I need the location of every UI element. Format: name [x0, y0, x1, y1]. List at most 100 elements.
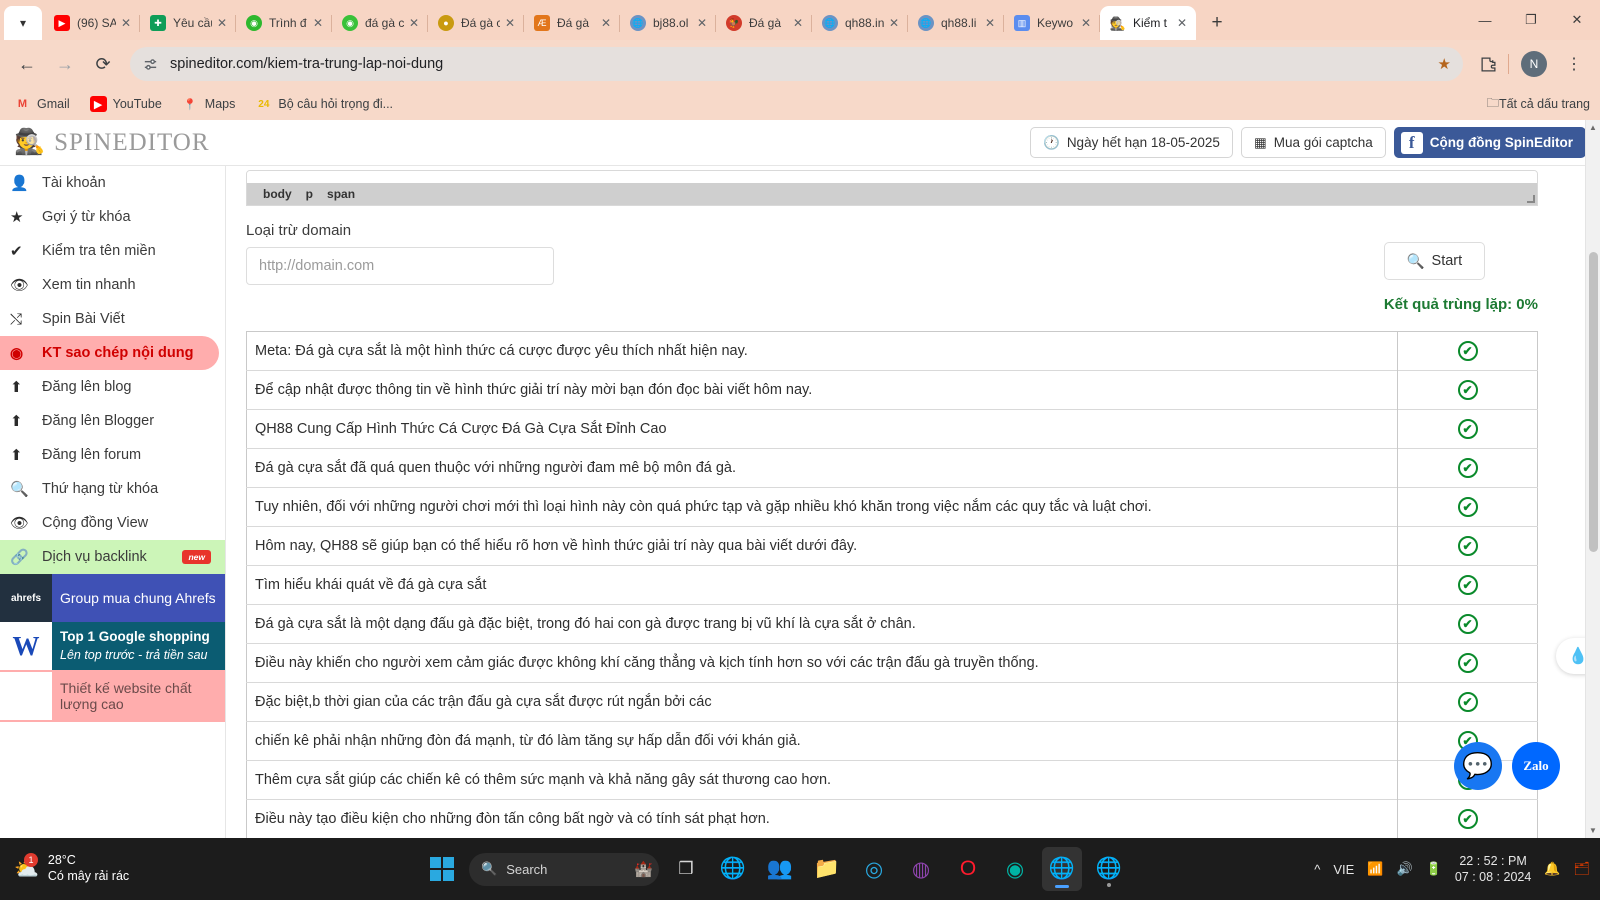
weather-widget[interactable]: ⛅ 1 28°C Có mây rải rác — [14, 852, 129, 884]
taskbar-opera[interactable]: Ο — [948, 847, 988, 891]
site-logo[interactable]: 🕵 SPINEDITOR — [14, 129, 210, 157]
close-icon[interactable]: ✕ — [310, 15, 326, 31]
sidebar-item-backlink-service[interactable]: 🔗 Dịch vụ backlink new — [0, 540, 225, 574]
table-row[interactable]: Để cập nhật được thông tin về hình thức … — [246, 370, 1538, 410]
path-tag-body[interactable]: body — [263, 187, 292, 201]
table-row[interactable]: QH88 Cung Cấp Hình Thức Cá Cược Đá Gà Cự… — [246, 409, 1538, 449]
reload-icon[interactable]: ⟳ — [86, 47, 120, 81]
task-view-button[interactable]: ❒ — [666, 847, 706, 891]
taskbar-search[interactable]: 🔍 Search 🏰 — [469, 852, 659, 886]
table-row[interactable]: Hôm nay, QH88 sẽ giúp bạn có thể hiểu rõ… — [246, 526, 1538, 566]
path-tag-span[interactable]: span — [327, 187, 355, 201]
bookmark-gmail[interactable]: M Gmail — [14, 96, 70, 112]
tray-chevron-icon[interactable]: ^ — [1314, 862, 1320, 877]
table-row[interactable]: Đá gà cựa sắt đã quá quen thuộc với nhữn… — [246, 448, 1538, 488]
maximize-button[interactable]: ❐ — [1508, 0, 1554, 40]
taskbar-chrome[interactable]: 🌐 — [713, 847, 753, 891]
community-button[interactable]: f Cộng đồng SpinEditor — [1393, 127, 1586, 158]
sidebar-item-keyword-suggest[interactable]: ★ Gợi ý từ khóa — [0, 200, 225, 234]
messenger-chat-button[interactable]: 💬 — [1454, 742, 1502, 790]
promo-website-design[interactable]: 🖥 Thiết kế website chất lượng cao — [0, 670, 225, 722]
avatar[interactable]: N — [1521, 51, 1547, 77]
close-icon[interactable]: ✕ — [214, 15, 230, 31]
taskbar-edge[interactable]: ◎ — [854, 847, 894, 891]
all-bookmarks-button[interactable]: 🗀 Tất cả dấu trang — [1486, 94, 1590, 115]
minimize-button[interactable]: — — [1462, 0, 1508, 40]
bookmark-star-icon[interactable]: ★ — [1438, 55, 1451, 73]
editor-resize-handle[interactable] — [1527, 195, 1535, 203]
promo-ahrefs[interactable]: ahrefs Group mua chung Ahrefs — [0, 574, 225, 622]
browser-tab[interactable]: 🌐 qh88.in ✕ — [812, 6, 908, 40]
table-row[interactable]: chiến kê phải nhận những đòn đá mạnh, từ… — [246, 721, 1538, 761]
sidebar-item-community-view[interactable]: 👁 Cộng đồng View — [0, 506, 225, 540]
table-row[interactable]: Đá gà cựa sắt là một dạng đấu gà đặc biệ… — [246, 604, 1538, 644]
table-row[interactable]: Điều này tạo điều kiện cho những đòn tấn… — [246, 799, 1538, 838]
close-icon[interactable]: ✕ — [406, 15, 422, 31]
taskbar-file-explorer[interactable]: 📁 — [807, 847, 847, 891]
bell-icon[interactable]: 🔔 — [1544, 861, 1560, 877]
table-row[interactable]: Meta: Đá gà cựa sắt là một hình thức cá … — [247, 331, 1538, 371]
menu-icon[interactable]: ⋮ — [1558, 48, 1590, 80]
browser-tab[interactable]: 🌐 bj88.ol ✕ — [620, 6, 716, 40]
browser-tab[interactable]: 🌐 qh88.li ✕ — [908, 6, 1004, 40]
close-window-button[interactable]: ✕ — [1554, 0, 1600, 40]
exclude-domain-input[interactable]: http://domain.com — [246, 247, 554, 285]
volume-icon[interactable]: 🔊 — [1396, 861, 1412, 877]
path-tag-p[interactable]: p — [306, 187, 313, 201]
office-icon[interactable]: 🗂 — [1573, 861, 1590, 877]
sidebar-item-post-blog[interactable]: ⬆ Đăng lên blog — [0, 370, 225, 404]
expiry-date-button[interactable]: 🕐 Ngày hết hạn 18-05-2025 — [1030, 127, 1233, 158]
sidebar-item-spin-article[interactable]: ⤭ Spin Bài Viết — [0, 302, 225, 336]
table-row[interactable]: Tuy nhiên, đối với những người chơi mới … — [246, 487, 1538, 527]
browser-tab[interactable]: ● Đá gà c ✕ — [428, 6, 524, 40]
close-icon[interactable]: ✕ — [502, 15, 518, 31]
close-icon[interactable]: ✕ — [790, 15, 806, 31]
language-indicator[interactable]: VIE — [1333, 862, 1354, 877]
wifi-icon[interactable]: 📶 — [1367, 861, 1383, 877]
back-icon[interactable]: ← — [10, 47, 44, 81]
browser-tab[interactable]: 🐓 Đá gà ✕ — [716, 6, 812, 40]
zalo-chat-button[interactable]: Zalo — [1512, 742, 1560, 790]
close-icon[interactable]: ✕ — [982, 15, 998, 31]
close-icon[interactable]: ✕ — [118, 15, 134, 31]
extensions-icon[interactable] — [1472, 48, 1504, 80]
table-row[interactable]: Đặc biệt,b thời gian của các trận đấu gà… — [246, 682, 1538, 722]
close-icon[interactable]: ✕ — [886, 15, 902, 31]
table-row[interactable]: Tìm hiểu khái quát về đá gà cựa sắt ✔ — [246, 565, 1538, 605]
sidebar-item-domain-check[interactable]: ✔ Kiểm tra tên miền — [0, 234, 225, 268]
sidebar-item-keyword-rank[interactable]: 🔍 Thứ hạng từ khóa — [0, 472, 225, 506]
browser-tab[interactable]: ◉ Trình đ ✕ — [236, 6, 332, 40]
battery-icon[interactable]: 🔋 — [1426, 861, 1442, 877]
browser-tab[interactable]: ▶ (96) SA ✕ — [44, 6, 140, 40]
taskbar-clock[interactable]: 22 : 52 : PM 07 : 08 : 2024 — [1455, 853, 1531, 886]
table-row[interactable]: Điều này khiến cho người xem cảm giác đư… — [246, 643, 1538, 683]
browser-tab[interactable]: Æ Đá gà ✕ — [524, 6, 620, 40]
taskbar-chrome-profile[interactable]: 🌐 — [1089, 847, 1129, 891]
windows-start-button[interactable] — [430, 857, 454, 881]
taskbar-browser-purple[interactable]: ◍ — [901, 847, 941, 891]
scrollbar-thumb[interactable] — [1589, 252, 1598, 552]
browser-tab-active[interactable]: 🕵 Kiểm t ✕ — [1100, 6, 1196, 40]
table-row[interactable]: Thêm cựa sắt giúp các chiến kê có thêm s… — [246, 760, 1538, 800]
taskbar-chrome-active[interactable]: 🌐 — [1042, 847, 1082, 891]
page-scrollbar[interactable]: ▲ ▼ — [1585, 120, 1600, 838]
taskbar-antivirus[interactable]: ◉ — [995, 847, 1035, 891]
buy-captcha-button[interactable]: ▦ Mua gói captcha — [1240, 127, 1386, 158]
new-tab-button[interactable]: + — [1202, 8, 1232, 38]
scroll-down-icon[interactable]: ▼ — [1586, 823, 1600, 838]
sidebar-item-account[interactable]: 👤 Tài khoản — [0, 166, 225, 200]
tune-icon[interactable] — [142, 56, 164, 73]
close-icon[interactable]: ✕ — [598, 15, 614, 31]
scroll-up-icon[interactable]: ▲ — [1586, 120, 1600, 135]
sidebar-item-duplicate-check[interactable]: ◉ KT sao chép nội dung — [0, 336, 219, 370]
close-icon[interactable]: ✕ — [1078, 15, 1094, 31]
promo-google-shopping[interactable]: W Top 1 Google shopping Lên top trước - … — [0, 622, 225, 670]
sidebar-item-post-blogger[interactable]: ⬆ Đăng lên Blogger — [0, 404, 225, 438]
start-button[interactable]: 🔍 Start — [1383, 242, 1485, 280]
bookmark-questions[interactable]: 24 Bộ câu hỏi trọng đi... — [255, 96, 393, 112]
browser-tab[interactable]: ◉ đá gà c ✕ — [332, 6, 428, 40]
forward-icon[interactable]: → — [48, 47, 82, 81]
address-bar[interactable]: spineditor.com/kiem-tra-trung-lap-noi-du… — [130, 47, 1463, 81]
browser-tab[interactable]: ▥ Keywo ✕ — [1004, 6, 1100, 40]
browser-tab[interactable]: ✚ Yêu cầu ✕ — [140, 6, 236, 40]
